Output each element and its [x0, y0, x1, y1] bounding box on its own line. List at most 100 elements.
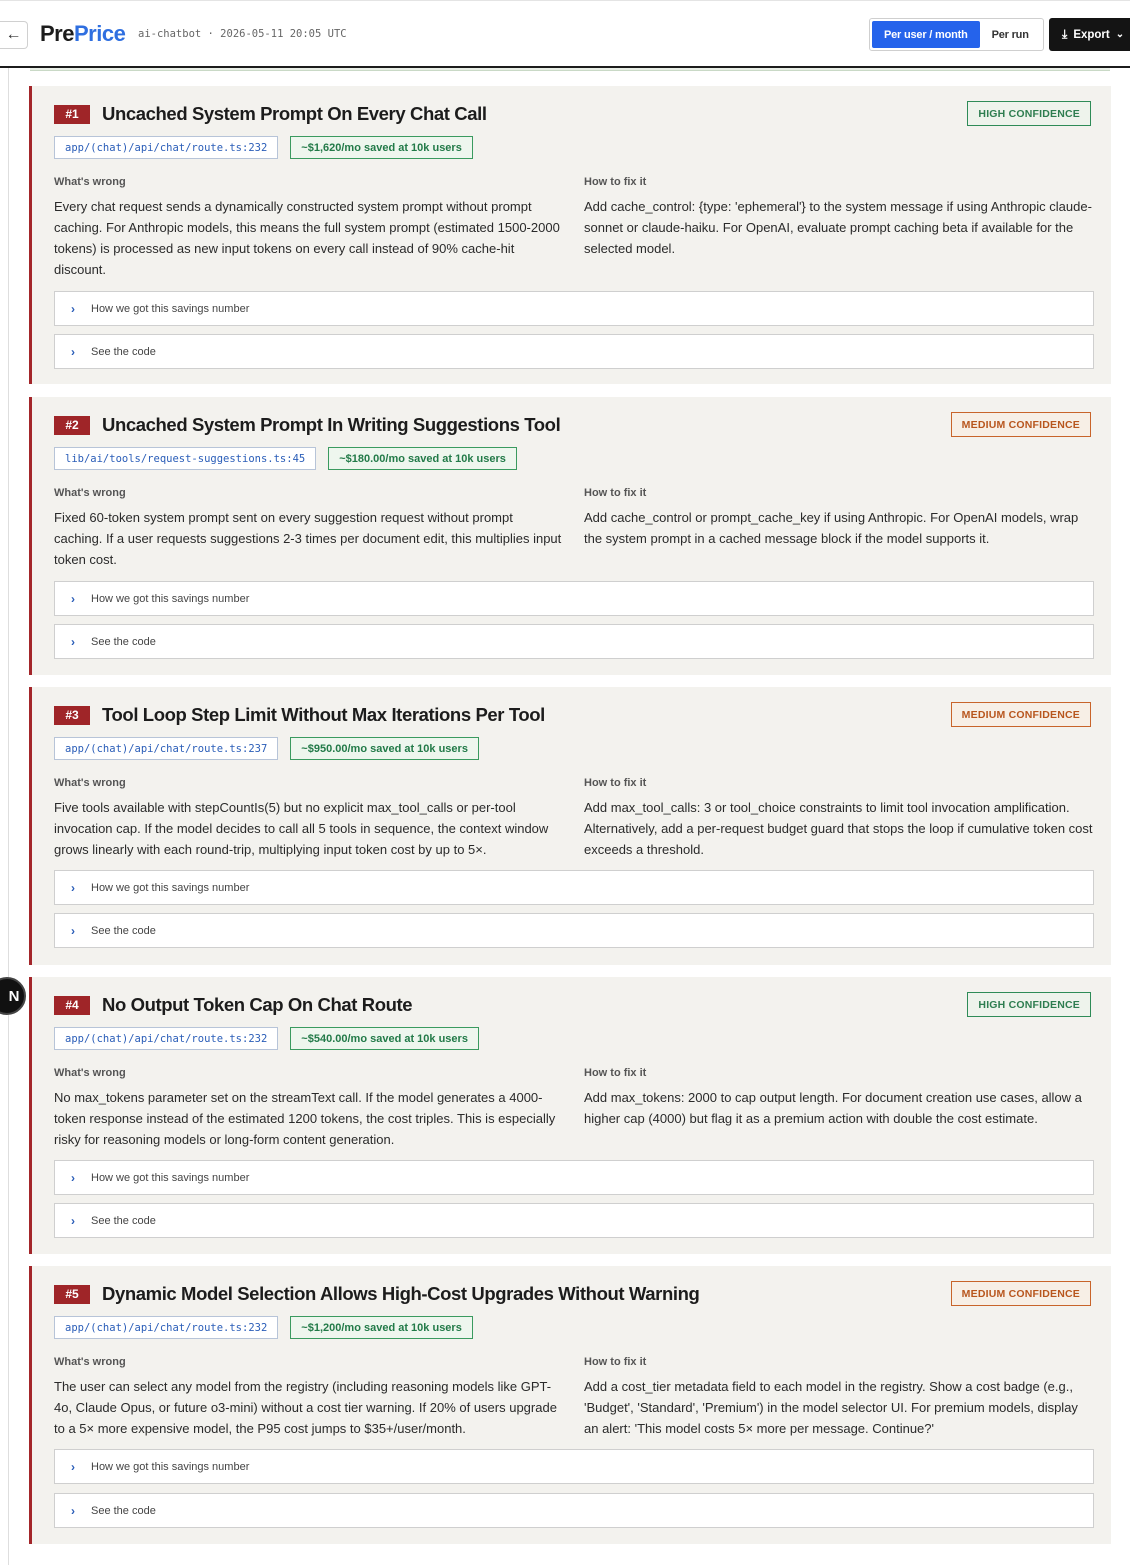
finding-card: #3 Tool Loop Step Limit Without Max Iter…: [29, 687, 1111, 965]
whats-wrong-section: What's wrong No max_tokens parameter set…: [54, 1067, 564, 1150]
finding-title: Uncached System Prompt In Writing Sugges…: [102, 414, 561, 435]
see-code-label: See the code: [91, 1504, 156, 1517]
chevron-right-icon: ›: [71, 344, 75, 359]
chevron-right-icon: ›: [71, 591, 75, 606]
finding-chips: app/(chat)/api/chat/route.ts:232 ~$1,620…: [54, 136, 473, 159]
savings-breakdown-label: How we got this savings number: [91, 1460, 250, 1473]
finding-chips: app/(chat)/api/chat/route.ts:237 ~$950.0…: [54, 737, 479, 760]
finding-number-badge: #2: [54, 415, 90, 435]
savings-breakdown-toggle[interactable]: › How we got this savings number: [54, 581, 1094, 616]
how-to-fix-section: How to fix it Add cache_control or promp…: [584, 487, 1094, 549]
whats-wrong-label: What's wrong: [54, 777, 126, 789]
back-button[interactable]: ←: [0, 21, 28, 49]
finding-title-row: #5 Dynamic Model Selection Allows High-C…: [54, 1283, 700, 1305]
whats-wrong-text: The user can select any model from the r…: [54, 1379, 557, 1436]
download-icon: ⤓: [1062, 27, 1068, 41]
how-to-fix-section: How to fix it Add max_tool_calls: 3 or t…: [584, 777, 1094, 860]
finding-title: No Output Token Cap On Chat Route: [102, 994, 413, 1015]
savings-chip: ~$950.00/mo saved at 10k users: [290, 737, 479, 760]
see-code-label: See the code: [91, 345, 156, 358]
dev-tools-bubble[interactable]: N: [0, 977, 26, 1015]
chevron-right-icon: ›: [71, 634, 75, 649]
how-to-fix-section: How to fix it Add a cost_tier metadata f…: [584, 1356, 1094, 1439]
whats-wrong-label: What's wrong: [54, 487, 126, 499]
how-to-fix-text: Add max_tokens: 2000 to cap output lengt…: [584, 1090, 1082, 1126]
savings-breakdown-label: How we got this savings number: [91, 302, 250, 315]
finding-card: #5 Dynamic Model Selection Allows High-C…: [29, 1266, 1111, 1544]
savings-chip: ~$1,620/mo saved at 10k users: [290, 136, 473, 159]
savings-breakdown-toggle[interactable]: › How we got this savings number: [54, 291, 1094, 326]
app-header: ← PrePrice ai-chatbot · 2026-05-11 20:05…: [0, 0, 1130, 68]
previous-card-edge: [30, 68, 1110, 71]
whats-wrong-text: Every chat request sends a dynamically c…: [54, 199, 560, 277]
savings-chip: ~$540.00/mo saved at 10k users: [290, 1027, 479, 1050]
finding-number-badge: #1: [54, 104, 90, 124]
how-to-fix-label: How to fix it: [584, 176, 647, 188]
file-location-chip[interactable]: app/(chat)/api/chat/route.ts:232: [54, 136, 279, 159]
toggle-per-run[interactable]: Per run: [980, 21, 1041, 48]
file-location-chip[interactable]: app/(chat)/api/chat/route.ts:232: [54, 1316, 279, 1339]
finding-title: Tool Loop Step Limit Without Max Iterati…: [102, 704, 545, 725]
chevron-right-icon: ›: [71, 923, 75, 938]
brand-part-1: Pre: [40, 21, 74, 46]
finding-number-badge: #3: [54, 705, 90, 725]
how-to-fix-text: Add cache_control or prompt_cache_key if…: [584, 510, 1079, 546]
whats-wrong-label: What's wrong: [54, 1356, 126, 1368]
savings-breakdown-label: How we got this savings number: [91, 1171, 250, 1184]
see-code-label: See the code: [91, 924, 156, 937]
run-meta: ai-chatbot · 2026-05-11 20:05 UTC: [138, 28, 347, 40]
confidence-badge: HIGH CONFIDENCE: [967, 101, 1091, 126]
brand-logo[interactable]: PrePrice: [40, 21, 126, 47]
finding-card: #2 Uncached System Prompt In Writing Sug…: [29, 397, 1111, 675]
file-location-chip[interactable]: app/(chat)/api/chat/route.ts:237: [54, 737, 279, 760]
how-to-fix-text: Add max_tool_calls: 3 or tool_choice con…: [584, 800, 1093, 857]
see-code-toggle[interactable]: › See the code: [54, 1493, 1094, 1528]
how-to-fix-label: How to fix it: [584, 777, 647, 789]
whats-wrong-label: What's wrong: [54, 176, 126, 188]
whats-wrong-section: What's wrong Fixed 60-token system promp…: [54, 487, 564, 570]
how-to-fix-section: How to fix it Add max_tokens: 2000 to ca…: [584, 1067, 1094, 1129]
savings-breakdown-toggle[interactable]: › How we got this savings number: [54, 1160, 1094, 1195]
see-code-toggle[interactable]: › See the code: [54, 913, 1094, 948]
savings-chip: ~$1,200/mo saved at 10k users: [290, 1316, 473, 1339]
finding-title-row: #1 Uncached System Prompt On Every Chat …: [54, 103, 487, 125]
whats-wrong-section: What's wrong Five tools available with s…: [54, 777, 564, 860]
how-to-fix-section: How to fix it Add cache_control: {type: …: [584, 176, 1094, 259]
see-code-label: See the code: [91, 635, 156, 648]
savings-breakdown-label: How we got this savings number: [91, 881, 250, 894]
savings-breakdown-label: How we got this savings number: [91, 592, 250, 605]
see-code-label: See the code: [91, 1214, 156, 1227]
savings-breakdown-toggle[interactable]: › How we got this savings number: [54, 870, 1094, 905]
whats-wrong-section: What's wrong Every chat request sends a …: [54, 176, 564, 280]
file-location-chip[interactable]: lib/ai/tools/request-suggestions.ts:45: [54, 447, 317, 470]
see-code-toggle[interactable]: › See the code: [54, 624, 1094, 659]
whats-wrong-section: What's wrong The user can select any mod…: [54, 1356, 564, 1439]
finding-card: #1 Uncached System Prompt On Every Chat …: [29, 86, 1111, 384]
savings-breakdown-toggle[interactable]: › How we got this savings number: [54, 1449, 1094, 1484]
brand-part-2: Price: [73, 21, 126, 46]
left-rail: [8, 68, 9, 1565]
toggle-per-user-month[interactable]: Per user / month: [872, 21, 980, 48]
how-to-fix-text: Add cache_control: {type: 'ephemeral'} t…: [584, 199, 1092, 256]
file-location-chip[interactable]: app/(chat)/api/chat/route.ts:232: [54, 1027, 279, 1050]
chevron-right-icon: ›: [71, 301, 75, 316]
confidence-badge: MEDIUM CONFIDENCE: [950, 702, 1091, 727]
whats-wrong-text: Fixed 60-token system prompt sent on eve…: [54, 510, 562, 567]
how-to-fix-label: How to fix it: [584, 1356, 647, 1368]
finding-title-row: #2 Uncached System Prompt In Writing Sug…: [54, 414, 561, 436]
chevron-right-icon: ›: [71, 1213, 75, 1228]
see-code-toggle[interactable]: › See the code: [54, 334, 1094, 369]
finding-number-badge: #5: [54, 1284, 90, 1304]
export-button[interactable]: ⤓ Export ⌄: [1049, 18, 1130, 51]
whats-wrong-text: Five tools available with stepCountIs(5)…: [54, 800, 549, 857]
how-to-fix-label: How to fix it: [584, 487, 647, 499]
finding-chips: lib/ai/tools/request-suggestions.ts:45 ~…: [54, 447, 517, 470]
see-code-toggle[interactable]: › See the code: [54, 1203, 1094, 1238]
chevron-right-icon: ›: [71, 1503, 75, 1518]
chevron-right-icon: ›: [71, 1170, 75, 1185]
finding-chips: app/(chat)/api/chat/route.ts:232 ~$540.0…: [54, 1027, 479, 1050]
arrow-left-icon: ←: [5, 26, 22, 43]
savings-chip: ~$180.00/mo saved at 10k users: [328, 447, 517, 470]
cost-unit-toggle: Per user / month Per run: [869, 18, 1044, 51]
chevron-right-icon: ›: [71, 1459, 75, 1474]
